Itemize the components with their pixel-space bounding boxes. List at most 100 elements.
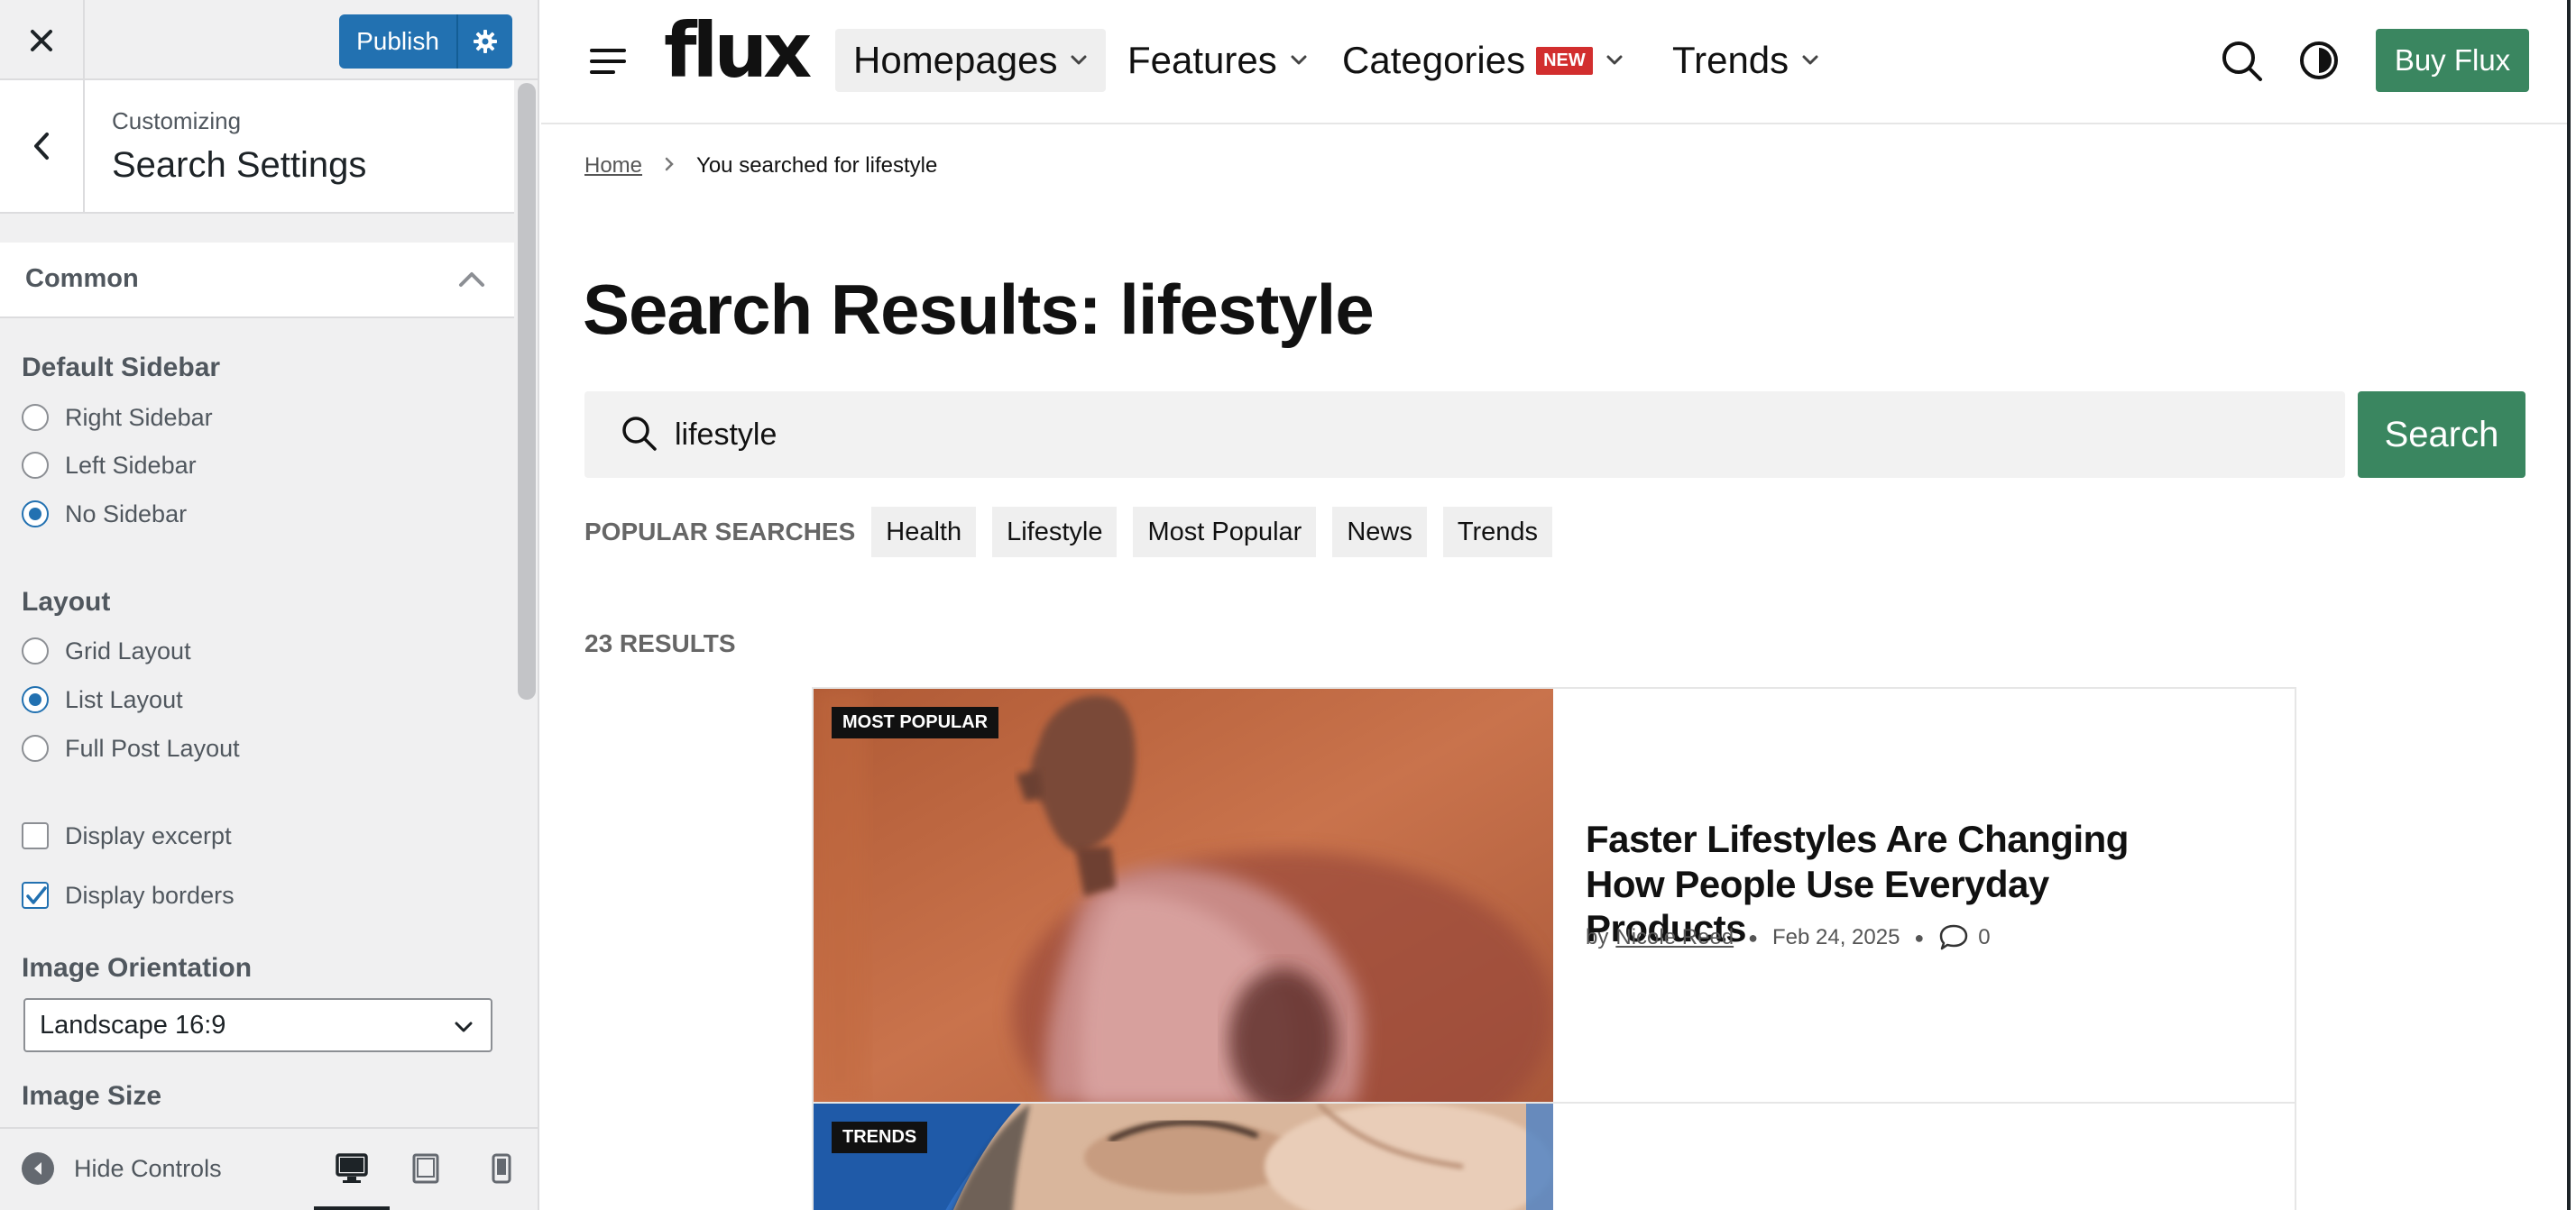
site-header: flux Homepages Features Categories NEW T… — [541, 0, 2571, 124]
popular-tag-lifestyle[interactable]: Lifestyle — [992, 507, 1118, 557]
back-button[interactable] — [0, 80, 85, 212]
customizer-footer: Hide Controls — [0, 1127, 538, 1210]
tablet-icon — [412, 1153, 439, 1184]
checkbox-label: Display borders — [65, 881, 235, 909]
close-icon — [31, 29, 52, 51]
section-title: Search Settings — [112, 145, 367, 185]
radio-label: List Layout — [65, 685, 183, 713]
contrast-toggle-icon[interactable] — [2298, 40, 2340, 81]
chevron-down-icon — [1071, 55, 1087, 65]
post-thumbnail[interactable]: TRENDS — [814, 1104, 1553, 1210]
nav-categories[interactable]: Categories NEW — [1324, 29, 1642, 92]
popular-tag-news[interactable]: News — [1332, 507, 1427, 557]
chevron-down-icon — [1802, 55, 1818, 65]
customizer-panel: Publish Customizing Search Settings Comm… — [0, 0, 539, 1210]
radio-grid-layout[interactable]: Grid Layout — [22, 633, 191, 669]
customizer-scrollbar[interactable] — [518, 83, 536, 700]
radio-label: Full Post Layout — [65, 734, 240, 762]
preview-tablet-button[interactable] — [400, 1143, 451, 1194]
radio-indicator — [22, 686, 49, 713]
post-thumbnail[interactable]: MOST POPULAR — [814, 689, 1553, 1104]
image-size-title: Image Size — [22, 1081, 162, 1111]
chevron-down-icon — [455, 1022, 473, 1032]
default-sidebar-title: Default Sidebar — [22, 353, 221, 382]
radio-label: Grid Layout — [65, 637, 191, 665]
customizing-label: Customizing — [112, 107, 242, 134]
active-device-indicator — [314, 1206, 390, 1210]
radio-left-sidebar[interactable]: Left Sidebar — [22, 447, 197, 483]
hide-controls-button[interactable]: Hide Controls — [22, 1152, 222, 1185]
search-icon[interactable] — [2221, 40, 2264, 83]
publish-settings-button[interactable] — [458, 14, 512, 69]
popular-tag-trends[interactable]: Trends — [1442, 507, 1553, 557]
breadcrumb: Home You searched for lifestyle — [584, 153, 937, 179]
new-badge: NEW — [1536, 46, 1593, 75]
post-category-badge[interactable]: MOST POPULAR — [832, 707, 999, 738]
breadcrumb-current: You searched for lifestyle — [696, 153, 938, 178]
post-card: MOST POPULAR Faster Lifestyles Are Chang… — [812, 687, 2296, 1104]
checkbox-indicator — [22, 882, 49, 909]
customizer-controls[interactable]: Customizing Search Settings Common Defau… — [0, 80, 514, 1126]
radio-full-post-layout[interactable]: Full Post Layout — [22, 730, 240, 766]
checkmark-icon — [26, 886, 47, 904]
preview-edge — [2567, 0, 2571, 1210]
nav-homepages[interactable]: Homepages — [835, 29, 1107, 92]
post-by-label: by — [1586, 925, 1609, 949]
section-header: Customizing Search Settings — [0, 80, 514, 214]
radio-right-sidebar[interactable]: Right Sidebar — [22, 399, 213, 435]
chevron-left-icon — [34, 133, 49, 160]
post-category-badge[interactable]: TRENDS — [832, 1122, 928, 1153]
radio-label: Left Sidebar — [65, 451, 197, 479]
chevron-down-icon — [1291, 55, 1307, 65]
post-meta: by Nicole Reed ● Feb 24, 2025 ● 0 — [1586, 923, 1991, 952]
checkbox-display-borders[interactable]: Display borders — [22, 877, 235, 913]
checkbox-display-excerpt[interactable]: Display excerpt — [22, 818, 232, 854]
checkbox-label: Display excerpt — [65, 821, 232, 849]
post-author-link[interactable]: Nicole Reed — [1615, 925, 1734, 950]
image-orientation-title: Image Orientation — [22, 953, 253, 983]
collapse-icon — [22, 1152, 54, 1185]
search-input[interactable] — [675, 391, 2298, 478]
preview-desktop-button[interactable] — [327, 1143, 377, 1194]
popular-tag-most-popular[interactable]: Most Popular — [1133, 507, 1317, 557]
popular-searches-label: POPULAR SEARCHES — [584, 518, 856, 545]
buy-flux-button[interactable]: Buy Flux — [2376, 29, 2529, 92]
search-button[interactable]: Search — [2358, 391, 2525, 478]
page-title: Search Results: lifestyle — [583, 270, 1375, 349]
radio-label: Right Sidebar — [65, 403, 213, 431]
publish-button-group: Publish — [339, 14, 512, 69]
post-comment-count[interactable]: 0 — [1978, 925, 1990, 950]
radio-no-sidebar[interactable]: No Sidebar — [22, 496, 187, 532]
radio-indicator — [22, 404, 49, 431]
radio-indicator — [22, 735, 49, 762]
hamburger-menu-icon[interactable] — [588, 43, 628, 79]
select-value: Landscape 16:9 — [40, 1010, 226, 1040]
close-customizer-button[interactable] — [0, 0, 85, 80]
preview-mobile-button[interactable] — [476, 1143, 527, 1194]
radio-list-layout[interactable]: List Layout — [22, 682, 183, 718]
checkbox-indicator — [22, 822, 49, 849]
image-orientation-select[interactable]: Landscape 16:9 — [23, 998, 492, 1052]
nav-label: Homepages — [853, 39, 1058, 81]
desktop-icon — [336, 1153, 368, 1183]
mobile-icon — [492, 1153, 511, 1184]
chevron-right-icon — [664, 153, 675, 179]
results-count: 23 RESULTS — [584, 629, 736, 657]
nav-trends[interactable]: Trends — [1654, 29, 1837, 92]
chevron-up-icon — [459, 272, 484, 287]
site-preview: flux Homepages Features Categories NEW T… — [541, 0, 2571, 1210]
site-logo[interactable]: flux — [664, 13, 812, 88]
post-date: Feb 24, 2025 — [1771, 925, 1900, 949]
customizer-header: Publish — [0, 0, 538, 80]
search-field[interactable] — [584, 391, 2345, 478]
nav-features[interactable]: Features — [1109, 29, 1326, 92]
popular-tag-health[interactable]: Health — [871, 507, 977, 557]
publish-button[interactable]: Publish — [339, 14, 458, 69]
breadcrumb-home-link[interactable]: Home — [584, 153, 642, 179]
hide-controls-label: Hide Controls — [74, 1154, 222, 1182]
accordion-common[interactable]: Common — [0, 243, 514, 318]
nav-label: Features — [1127, 39, 1277, 81]
meta-separator: ● — [1748, 928, 1758, 947]
post-card: TRENDS — [812, 1102, 2296, 1210]
nav-label: Categories — [1342, 39, 1526, 81]
